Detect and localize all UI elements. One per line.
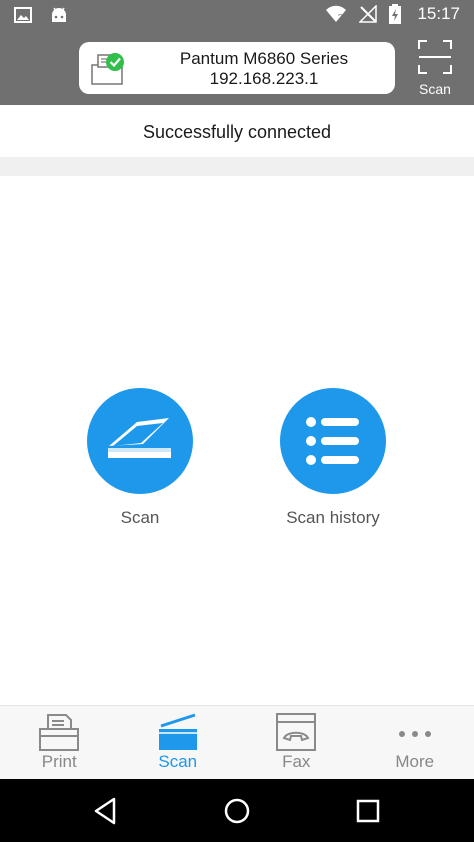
nav-print[interactable]: Print — [0, 706, 119, 779]
app-header: Pantum M6860 Series 192.168.223.1 Scan — [0, 32, 474, 105]
wifi-icon: ? — [326, 5, 347, 22]
scan-action-button[interactable]: Scan — [60, 388, 220, 528]
nav-scan[interactable]: Scan — [119, 706, 238, 779]
printer-name: Pantum M6860 Series — [179, 49, 349, 68]
svg-text:?: ? — [338, 13, 343, 22]
divider — [0, 157, 474, 176]
printer-connected-icon — [91, 53, 124, 85]
scan-history-button[interactable]: Scan history — [253, 388, 413, 528]
nav-more-label: More — [395, 752, 435, 771]
no-signal-icon — [359, 5, 378, 23]
scan-history-label: Scan history — [286, 508, 380, 527]
nav-fax[interactable]: Fax — [237, 706, 356, 779]
back-icon[interactable] — [88, 793, 124, 829]
nav-scan-label: Scan — [158, 752, 198, 771]
recents-icon[interactable] — [350, 793, 386, 829]
scanner-icon — [108, 418, 171, 458]
scan-frame-icon — [418, 40, 452, 74]
printer-selector[interactable]: Pantum M6860 Series 192.168.223.1 — [79, 42, 395, 94]
status-time: 15:17 — [417, 4, 460, 23]
bottom-nav: Print Scan Fax More — [0, 705, 474, 779]
scanner-icon — [158, 713, 197, 750]
nav-fax-label: Fax — [282, 752, 311, 771]
printer-ip: 192.168.223.1 — [209, 69, 319, 88]
fax-icon — [276, 713, 317, 751]
image-icon — [14, 7, 32, 23]
connection-status: Successfully connected — [0, 105, 474, 157]
battery-charging-icon — [389, 4, 402, 24]
list-icon — [306, 417, 359, 465]
scan-qr-button[interactable]: Scan — [410, 38, 460, 100]
scan-qr-label: Scan — [419, 81, 451, 97]
printer-icon — [39, 714, 80, 751]
home-icon[interactable] — [219, 793, 255, 829]
status-bar: ? 15:17 — [0, 0, 474, 32]
nav-more[interactable]: More — [356, 706, 474, 779]
scan-action-label: Scan — [120, 508, 160, 527]
system-nav-bar — [0, 779, 474, 842]
more-dots-icon — [398, 731, 431, 737]
android-icon — [52, 7, 66, 22]
scan-history-circle[interactable] — [280, 388, 386, 494]
scan-action-circle[interactable] — [87, 388, 193, 494]
nav-print-label: Print — [41, 752, 77, 771]
